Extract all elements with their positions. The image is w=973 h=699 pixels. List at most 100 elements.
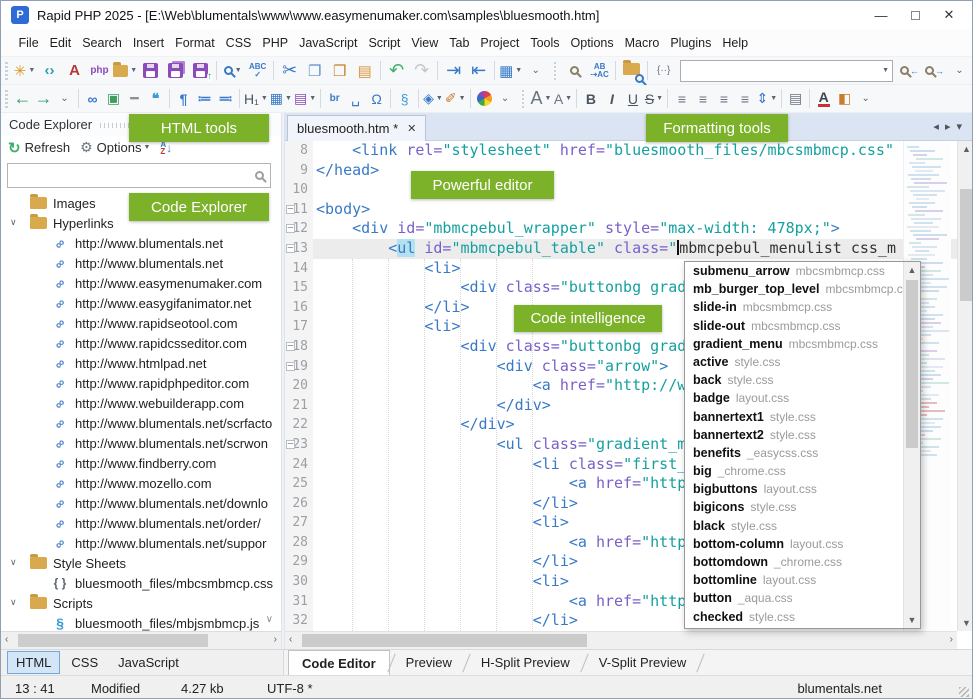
document-tab-bluesmooth[interactable]: bluesmooth.htm * ✕	[287, 115, 427, 141]
autocomplete-item-black[interactable]: black style.css	[685, 519, 903, 537]
fold-marker-icon[interactable]: –	[286, 341, 295, 351]
scrollbar-thumb[interactable]	[302, 634, 587, 647]
save-button[interactable]	[138, 59, 163, 83]
scrollbar-thumb[interactable]	[18, 634, 208, 647]
tree-item-http-www-blumentals-net-downlo[interactable]: ∞ http://www.blumentals.net/downlo	[1, 493, 281, 513]
autocomplete-item-benefits[interactable]: benefits _easycss.css	[685, 446, 903, 464]
editor-vertical-scrollbar[interactable]: ▲ ▼	[957, 141, 972, 631]
bullet-list-button[interactable]: ≔	[194, 87, 215, 111]
menu-php[interactable]: PHP	[257, 32, 294, 54]
special-character-button[interactable]: Ω	[366, 87, 387, 111]
menu-css[interactable]: CSS	[220, 32, 257, 54]
save-upload-button[interactable]: ↑	[188, 59, 213, 83]
more-buttons-overflow[interactable]: ⌄	[947, 59, 972, 83]
numbered-list-button[interactable]: ≕	[215, 87, 236, 111]
autocomplete-item-back[interactable]: back style.css	[685, 373, 903, 391]
tree-item-http-www-blumentals-net-suppor[interactable]: ∞ http://www.blumentals.net/suppor	[1, 533, 281, 553]
indent-button[interactable]: ⇥	[441, 59, 466, 83]
underline-button[interactable]: U	[622, 87, 643, 111]
new-php-page-button[interactable]: php	[87, 59, 112, 83]
color-picker-button[interactable]	[474, 87, 495, 111]
chevron-expanded-icon[interactable]: ∨	[10, 217, 17, 228]
tree-item-http-www-blumentals-net-scrfacto[interactable]: ∞ http://www.blumentals.net/scrfacto	[1, 413, 281, 433]
minimize-button[interactable]: —	[864, 3, 898, 27]
tab-html[interactable]: HTML	[7, 651, 61, 674]
replace-button[interactable]: AB ⇢AC	[587, 59, 612, 83]
editor-horizontal-scrollbar[interactable]: ‹ ›	[285, 631, 957, 649]
tree-item-http-www-blumentals-net-order[interactable]: ∞ http://www.blumentals.net/order/	[1, 513, 281, 533]
regex-button[interactable]: {··}	[651, 59, 676, 83]
tree-item-bluesmooth-files-mbcsmbmcp-css[interactable]: { } bluesmooth_files/mbcsmbmcp.css	[1, 573, 281, 593]
explorer-search-box[interactable]	[7, 163, 271, 188]
menu-insert[interactable]: Insert	[127, 32, 169, 54]
new-document-button[interactable]: ✳ ▼	[12, 59, 37, 83]
paste-button[interactable]: ❒	[327, 59, 352, 83]
scroll-up-icon[interactable]: ▲	[904, 265, 920, 275]
more-buttons-overflow[interactable]: ⌄	[54, 87, 75, 111]
tree-item-http-www-rapidcsseditor-com[interactable]: ∞ http://www.rapidcsseditor.com	[1, 333, 281, 353]
justify-button[interactable]: ≡	[734, 87, 755, 111]
menu-view[interactable]: View	[406, 32, 444, 54]
line-spacing-button[interactable]: ⇕ ▼	[755, 87, 778, 111]
font-color-button[interactable]: A	[813, 87, 834, 111]
insert-link-button[interactable]: ∞	[82, 87, 103, 111]
tree-item-http-www-blumentals-net[interactable]: ∞ http://www.blumentals.net	[1, 253, 281, 273]
options-button[interactable]: Options	[97, 140, 142, 155]
menu-options[interactable]: Options	[565, 32, 619, 54]
insert-comment-button[interactable]: ❝	[145, 87, 166, 111]
panel-layout-button[interactable]: ▦ ▼	[498, 59, 523, 83]
italic-button[interactable]: I	[601, 87, 622, 111]
autocomplete-item-button[interactable]: button _aqua.css	[685, 591, 903, 609]
align-center-button[interactable]: ≡	[692, 87, 713, 111]
bold-button[interactable]: B	[580, 87, 601, 111]
align-right-button[interactable]: ≡	[713, 87, 734, 111]
style-brush-button[interactable]: ✐ ▼	[444, 87, 467, 111]
align-left-button[interactable]: ≡	[671, 87, 692, 111]
autocomplete-scrollbar[interactable]: ▲ ▼	[903, 262, 920, 628]
tree-item-http-www-webuilderapp-com[interactable]: ∞ http://www.webuilderapp.com	[1, 393, 281, 413]
close-button[interactable]: ✕	[932, 3, 966, 27]
autocomplete-item-big[interactable]: big _chrome.css	[685, 464, 903, 482]
menu-search[interactable]: Search	[77, 32, 128, 54]
autocomplete-item-bottomdown[interactable]: bottomdown _chrome.css	[685, 555, 903, 573]
chevron-expanded-icon[interactable]: ∨	[10, 597, 17, 608]
tab-javascript[interactable]: JavaScript	[109, 651, 188, 674]
tree-item-http-www-rapidphpeditor-com[interactable]: ∞ http://www.rapidphpeditor.com	[1, 373, 281, 393]
autocomplete-item-bannertext2[interactable]: bannertext2 style.css	[685, 428, 903, 446]
insert-image-button[interactable]: ▣	[103, 87, 124, 111]
open-file-button[interactable]: ▼	[112, 59, 138, 83]
find-text-input[interactable]	[681, 61, 881, 80]
autocomplete-item-slide-out[interactable]: slide-out mbcsmbmcp.css	[685, 319, 903, 337]
find-button[interactable]	[562, 59, 587, 83]
undo-button[interactable]: ↶	[384, 59, 409, 83]
chevron-expanded-icon[interactable]: ∨	[10, 557, 17, 568]
fold-marker-icon[interactable]: –	[286, 224, 295, 234]
tree-item-http-www-easymenumaker-com[interactable]: ∞ http://www.easymenumaker.com	[1, 273, 281, 293]
scrollbar-thumb[interactable]	[906, 280, 918, 448]
tab-preview[interactable]: Preview	[393, 652, 465, 673]
tree-item-scripts[interactable]: ∨ Scripts	[1, 593, 281, 613]
tab-h-split-preview[interactable]: H-Split Preview	[468, 652, 583, 673]
redo-button[interactable]: ↷	[409, 59, 434, 83]
scroll-right-icon[interactable]: ›	[950, 634, 953, 645]
more-buttons-overflow[interactable]: ⌄	[855, 87, 876, 111]
tab-code-editor[interactable]: Code Editor	[288, 650, 390, 675]
tab-css[interactable]: CSS	[62, 651, 107, 674]
autocomplete-item-active[interactable]: active style.css	[685, 355, 903, 373]
scroll-left-icon[interactable]: ‹	[5, 634, 8, 645]
autocomplete-item-bannertext1[interactable]: bannertext1 style.css	[685, 410, 903, 428]
fold-marker-icon[interactable]: –	[286, 204, 295, 214]
tree-item-http-www-rapidseotool-com[interactable]: ∞ http://www.rapidseotool.com	[1, 313, 281, 333]
autocomplete-item-gradient-menu[interactable]: gradient_menu mbcsmbmcp.css	[685, 337, 903, 355]
menu-help[interactable]: Help	[717, 32, 754, 54]
find-in-files-button[interactable]	[619, 59, 645, 83]
find-next-button[interactable]: →	[922, 59, 947, 83]
menu-tools[interactable]: Tools	[525, 32, 565, 54]
insert-table-button[interactable]: ▦ ▼	[269, 87, 293, 111]
save-all-button[interactable]	[163, 59, 188, 83]
find-combobox[interactable]: ▼	[680, 59, 893, 82]
decrease-font-button[interactable]: A ▼	[552, 87, 573, 111]
back-button[interactable]: ←	[12, 87, 33, 111]
line-break-button[interactable]: br	[324, 87, 345, 111]
insert-hr-button[interactable]: ━	[124, 87, 145, 111]
